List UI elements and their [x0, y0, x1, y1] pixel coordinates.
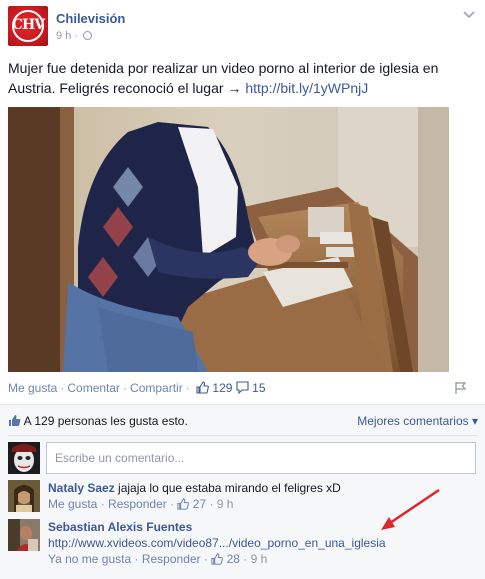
post-time[interactable]: 9 h	[56, 30, 71, 42]
comment-like-count[interactable]: 27	[193, 497, 206, 511]
page-name-link[interactable]: Chilevisión	[56, 11, 125, 26]
post-text-line2: Austria. Feligrés reconoció el lugar →	[8, 80, 246, 96]
comment-like-count[interactable]: 28	[227, 552, 240, 566]
comment-composer: Escribe un comentario...	[8, 442, 478, 476]
comment-count[interactable]: 15	[252, 381, 265, 395]
comment-button[interactable]: Comentar	[67, 381, 120, 395]
like-button[interactable]: Me gusta	[8, 381, 57, 395]
post-link[interactable]: http://bit.ly/1yWPnjJ	[245, 80, 368, 96]
flag-icon[interactable]	[454, 381, 468, 395]
comment-meta: Me gusta · Responder · 27 · 9 h	[48, 497, 233, 511]
chevron-down-icon[interactable]	[462, 10, 476, 20]
post-video-image[interactable]	[8, 107, 449, 372]
like-count[interactable]: 129	[212, 381, 232, 395]
comment-bubble-icon	[236, 381, 249, 397]
caret-down-icon: ▾	[471, 414, 478, 428]
thumbs-up-icon	[196, 381, 209, 397]
thumbs-up-icon	[8, 414, 21, 430]
likes-summary[interactable]: A 129 personas les gusta esto.	[24, 414, 188, 428]
comment-author[interactable]: Nataly Saez	[48, 481, 115, 495]
post-text: Mujer fue detenida por realizar un video…	[8, 58, 473, 98]
comment-time[interactable]: 9 h	[217, 497, 234, 511]
comment-unlike-button[interactable]: Ya no me gusta	[48, 552, 131, 566]
thumbs-up-icon	[177, 498, 190, 514]
page-avatar[interactable]: CHV	[8, 6, 48, 46]
comment-reply-button[interactable]: Responder	[142, 552, 201, 566]
post-card: CHV Chilevisión 9 h · Mujer fue detenida…	[0, 0, 485, 579]
annotation-arrow-icon	[381, 488, 440, 530]
logo-text: CHV	[11, 17, 45, 33]
post-header: CHV Chilevisión 9 h ·	[8, 6, 478, 48]
comment-time[interactable]: 9 h	[251, 552, 268, 566]
thumbs-up-icon	[211, 553, 224, 569]
comment-input[interactable]: Escribe un comentario...	[46, 442, 476, 474]
globe-icon	[83, 31, 93, 40]
post-text-line1: Mujer fue detenida por realizar un video…	[8, 60, 439, 76]
post-actions: Me gusta · Comentar · Compartir · 129 15	[8, 381, 478, 397]
likes-summary-row: A 129 personas les gusta esto. Mejores c…	[8, 414, 478, 430]
commenter-avatar[interactable]	[8, 519, 40, 551]
church-scene-image	[8, 107, 449, 372]
comment-link[interactable]: http://www.xvideos.com/video87.../video_…	[48, 536, 386, 550]
comment-author[interactable]: Sebastian Alexis Fuentes	[48, 520, 192, 534]
comment-sort-dropdown[interactable]: Mejores comentarios ▾	[357, 414, 478, 428]
comment-sort-label: Mejores comentarios	[357, 414, 469, 428]
comment-meta: Ya no me gusta · Responder · 28 · 9 h	[48, 552, 267, 566]
commenter-avatar[interactable]	[8, 480, 40, 512]
comment-like-button[interactable]: Me gusta	[48, 497, 97, 511]
share-button[interactable]: Compartir	[130, 381, 183, 395]
comment-text: jajaja lo que estaba mirando el feligres…	[118, 481, 341, 495]
comment-reply-button[interactable]: Responder	[108, 497, 167, 511]
user-avatar	[8, 442, 40, 474]
post-meta: 9 h ·	[56, 30, 93, 42]
divider	[8, 435, 478, 436]
